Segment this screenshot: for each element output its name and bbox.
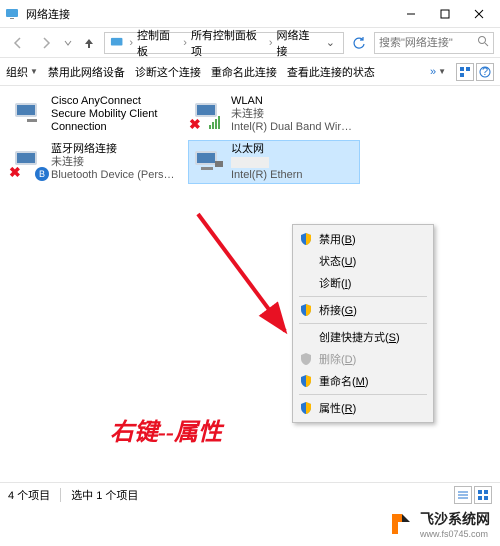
connection-name: 以太网: [231, 143, 303, 156]
toolbar-view-status[interactable]: 查看此连接的状态: [287, 64, 375, 80]
watermark: 飞沙系统网 www.fs0745.com: [0, 506, 500, 542]
bluetooth-adapter-icon: ✖ B: [11, 143, 47, 179]
toolbar-overflow[interactable]: »▼: [430, 66, 446, 78]
breadcrumb-dropdown-icon[interactable]: ⌄: [322, 36, 339, 49]
shield-icon: [299, 352, 313, 366]
context-menu: 禁用(B) 状态(U) 诊断(I) 桥接(G) 创建快捷方式(S) 删除(D) …: [292, 224, 434, 423]
ctx-diagnose[interactable]: 诊断(I): [295, 272, 431, 294]
connection-device: Intel(R) Dual Band Wireless-A...: [231, 121, 357, 134]
up-button[interactable]: [78, 32, 100, 54]
wifi-adapter-icon: ✖: [191, 95, 227, 131]
search-box[interactable]: [374, 32, 494, 54]
view-options-button[interactable]: [456, 63, 474, 81]
svg-text:?: ?: [482, 66, 488, 78]
ethernet-adapter-icon: [191, 143, 227, 179]
status-item-count: 4 个项目: [8, 487, 50, 503]
connection-item[interactable]: Cisco AnyConnect Secure Mobility Client …: [8, 92, 180, 136]
connection-status: 未连接: [231, 108, 357, 121]
connection-status: 未连接: [51, 156, 177, 169]
annotation-arrow: [190, 206, 300, 346]
connection-device: Bluetooth Device (Personal Ar...: [51, 169, 177, 182]
shield-icon: [299, 232, 313, 246]
connection-item[interactable]: ✖ B 蓝牙网络连接 未连接 Bluetooth Device (Persona…: [8, 140, 180, 184]
watermark-logo-icon: [388, 512, 412, 536]
help-button[interactable]: ?: [476, 63, 494, 81]
view-tiles-button[interactable]: [474, 486, 492, 504]
breadcrumb[interactable]: › 控制面板 › 所有控制面板项 › 网络连接 ⌄: [104, 32, 344, 54]
breadcrumb-segment[interactable]: 网络连接: [274, 27, 322, 59]
annotation-text: 右键--属性: [110, 412, 222, 447]
forward-button[interactable]: [34, 31, 58, 55]
ctx-disable[interactable]: 禁用(B): [295, 228, 431, 250]
ctx-properties[interactable]: 属性(R): [295, 397, 431, 419]
vpn-adapter-icon: [11, 95, 47, 131]
connection-device: Intel(R) Ethern: [231, 169, 303, 182]
ctx-status[interactable]: 状态(U): [295, 250, 431, 272]
ctx-create-shortcut[interactable]: 创建快捷方式(S): [295, 326, 431, 348]
breadcrumb-segment[interactable]: 控制面板: [134, 27, 182, 59]
connection-item[interactable]: ✖ WLAN 未连接 Intel(R) Dual Band Wireless-A…: [188, 92, 360, 136]
connection-status-blur: [231, 157, 269, 168]
search-icon: [477, 35, 489, 50]
maximize-button[interactable]: [428, 1, 462, 27]
refresh-button[interactable]: [348, 32, 370, 54]
search-input[interactable]: [379, 37, 477, 49]
ctx-delete: 删除(D): [295, 348, 431, 370]
status-divider: [60, 488, 61, 502]
toolbar-disable-device[interactable]: 禁用此网络设备: [48, 64, 125, 80]
window-title: 网络连接: [26, 6, 394, 22]
connection-name: Cisco AnyConnect Secure Mobility Client …: [51, 95, 177, 134]
back-button[interactable]: [6, 31, 30, 55]
shield-icon: [299, 303, 313, 317]
ctx-rename[interactable]: 重命名(M): [295, 370, 431, 392]
organize-menu[interactable]: 组织 ▼: [6, 64, 38, 80]
history-dropdown[interactable]: [62, 31, 74, 55]
view-details-button[interactable]: [454, 486, 472, 504]
toolbar-rename[interactable]: 重命名此连接: [211, 64, 277, 80]
shield-icon: [299, 401, 313, 415]
watermark-title: 飞沙系统网: [420, 509, 490, 529]
shield-icon: [299, 374, 313, 388]
close-button[interactable]: [462, 1, 496, 27]
bluetooth-badge-icon: B: [35, 167, 49, 181]
disabled-x-icon: ✖: [189, 116, 201, 133]
minimize-button[interactable]: [394, 1, 428, 27]
connection-item[interactable]: 以太网 Intel(R) Ethern: [188, 140, 360, 184]
ctx-bridge[interactable]: 桥接(G): [295, 299, 431, 321]
breadcrumb-segment[interactable]: 所有控制面板项: [188, 27, 268, 59]
control-panel-icon: [109, 35, 124, 51]
watermark-subtitle: www.fs0745.com: [420, 529, 490, 539]
network-icon: [4, 6, 20, 22]
toolbar-diagnose[interactable]: 诊断这个连接: [135, 64, 201, 80]
connection-name: WLAN: [231, 95, 357, 108]
disabled-x-icon: ✖: [9, 164, 21, 181]
connection-name: 蓝牙网络连接: [51, 143, 177, 156]
chevron-down-icon: ▼: [30, 67, 38, 76]
status-selected-count: 选中 1 个项目: [71, 487, 138, 503]
